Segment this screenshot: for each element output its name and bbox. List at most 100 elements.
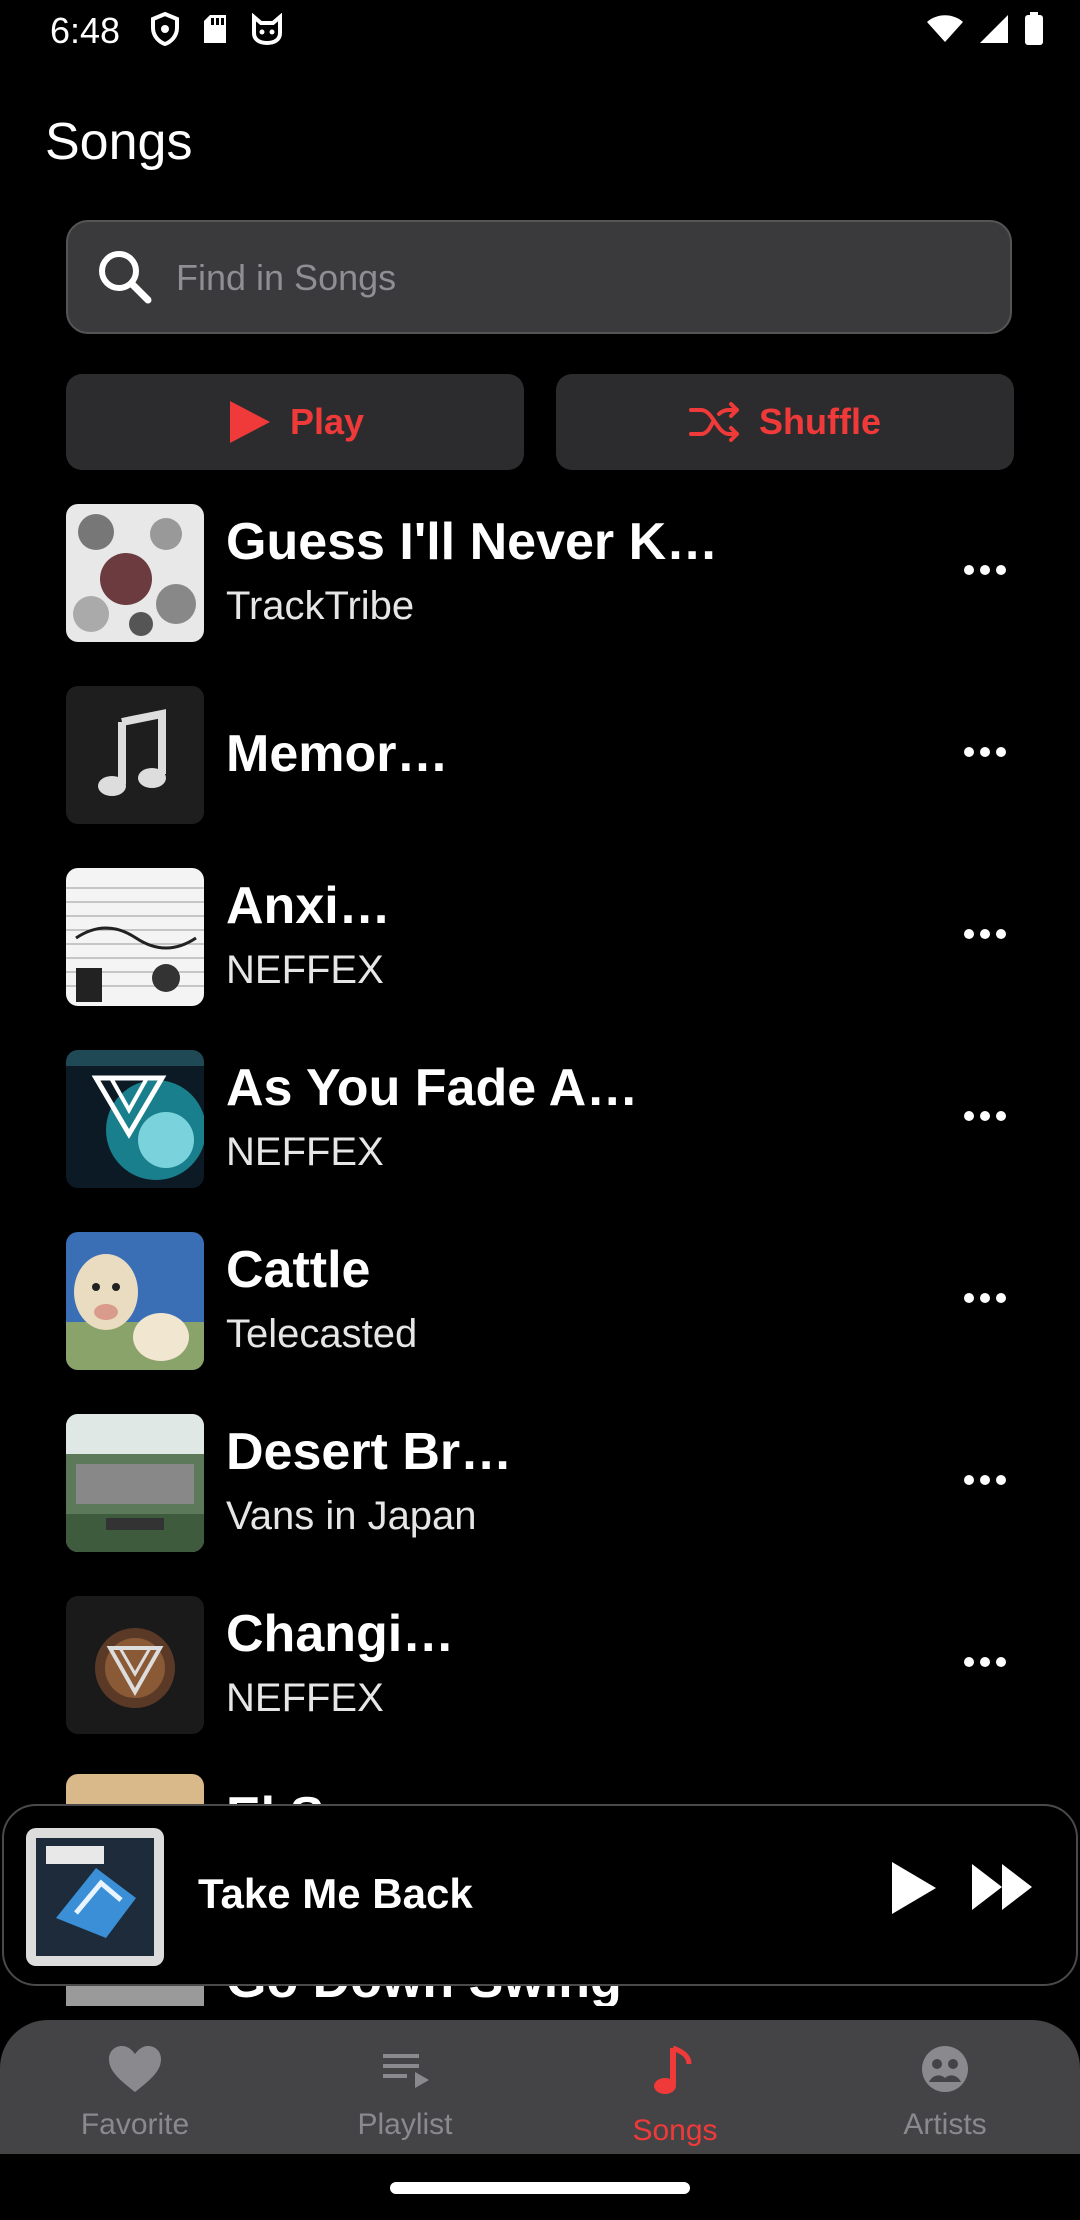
dot bbox=[980, 747, 990, 757]
song-title: El S… bbox=[226, 1786, 376, 1804]
song-row[interactable]: Changi… NEFFEX bbox=[0, 1592, 1080, 1752]
music-note-icon bbox=[654, 2045, 692, 2094]
signal-icon bbox=[980, 15, 1008, 43]
page-title: Songs bbox=[45, 113, 193, 171]
tab-label: Favorite bbox=[80, 2108, 190, 2141]
status-time: 6:48 bbox=[50, 10, 121, 51]
dot bbox=[996, 565, 1006, 575]
fast-forward-icon[interactable] bbox=[970, 1860, 1036, 1914]
song-title: Memor… bbox=[226, 725, 449, 783]
play-icon bbox=[229, 401, 270, 443]
song-title: Desert Br… bbox=[226, 1423, 513, 1481]
dot bbox=[964, 565, 974, 575]
dot bbox=[996, 1293, 1006, 1303]
song-title: Anxi… bbox=[226, 877, 391, 935]
play-all-button[interactable]: Play bbox=[66, 374, 524, 470]
play-all-label: Play bbox=[289, 401, 365, 442]
more-options-button[interactable] bbox=[960, 1288, 1010, 1308]
dot bbox=[964, 1293, 974, 1303]
more-options-button[interactable] bbox=[960, 560, 1010, 580]
song-artist: NEFFEX bbox=[226, 1130, 384, 1174]
tab-playlist[interactable]: Playlist bbox=[270, 2044, 540, 2142]
tab-favorite[interactable]: Favorite bbox=[0, 2044, 270, 2142]
bottom-tab-bar: Favorite Playlist Songs Artists bbox=[0, 2020, 1080, 2154]
album-art bbox=[66, 1414, 204, 1552]
more-options-button[interactable] bbox=[960, 742, 1010, 762]
song-row[interactable]: Cattle Telecasted bbox=[0, 1228, 1080, 1388]
song-artist: Telecasted bbox=[226, 1312, 418, 1356]
status-system-icons bbox=[926, 12, 1044, 46]
tab-label: Playlist bbox=[357, 2108, 453, 2141]
song-title: As You Fade A… bbox=[226, 1059, 639, 1117]
song-title: Cattle bbox=[226, 1241, 371, 1299]
song-artist: NEFFEX bbox=[226, 1676, 384, 1720]
cat-face-icon bbox=[252, 13, 282, 45]
now-playing-album-art bbox=[26, 1828, 164, 1966]
dot bbox=[996, 1657, 1006, 1667]
heart-icon bbox=[109, 2046, 161, 2092]
album-art bbox=[66, 1596, 204, 1734]
more-options-button[interactable] bbox=[960, 1652, 1010, 1672]
song-row[interactable]: Desert Br… Vans in Japan bbox=[0, 1410, 1080, 1570]
more-options-button[interactable] bbox=[960, 1106, 1010, 1126]
shield-icon bbox=[151, 12, 179, 46]
song-title: Guess I'll Never K… bbox=[226, 513, 719, 571]
album-art bbox=[66, 868, 204, 1006]
dot bbox=[980, 1111, 990, 1121]
dot bbox=[980, 1657, 990, 1667]
dot bbox=[980, 929, 990, 939]
dot bbox=[964, 1657, 974, 1667]
song-row[interactable]: El S… bbox=[0, 1774, 1080, 1804]
home-indicator[interactable] bbox=[390, 2182, 690, 2194]
now-playing-title: Take Me Back bbox=[198, 1870, 473, 1917]
artists-icon bbox=[922, 2046, 968, 2092]
dot bbox=[996, 1475, 1006, 1485]
dot bbox=[964, 1475, 974, 1485]
shuffle-button[interactable]: Shuffle bbox=[556, 374, 1014, 470]
album-art bbox=[66, 1232, 204, 1370]
more-options-button[interactable] bbox=[960, 1470, 1010, 1490]
song-row[interactable]: Guess I'll Never K… TrackTribe bbox=[0, 500, 1080, 660]
album-art bbox=[66, 504, 204, 642]
song-row[interactable]: Anxi… NEFFEX bbox=[0, 864, 1080, 1024]
song-artist: TrackTribe bbox=[226, 584, 415, 628]
shuffle-label: Shuffle bbox=[759, 401, 881, 442]
tab-artists[interactable]: Artists bbox=[810, 2044, 1080, 2142]
search-icon bbox=[99, 251, 152, 304]
album-art bbox=[66, 1050, 204, 1188]
wifi-icon bbox=[927, 15, 963, 42]
tab-songs[interactable]: Songs bbox=[540, 2044, 810, 2148]
dot bbox=[964, 929, 974, 939]
tab-label: Artists bbox=[903, 2108, 987, 2141]
status-bar: 6:48 bbox=[0, 0, 1080, 64]
song-artist: Vans in Japan bbox=[226, 1494, 477, 1538]
search-input[interactable] bbox=[174, 222, 978, 334]
album-art bbox=[66, 1774, 204, 1804]
dot bbox=[964, 1111, 974, 1121]
now-playing-bar[interactable]: Take Me Back bbox=[2, 1804, 1078, 1986]
song-title: Changi… bbox=[226, 1605, 455, 1663]
dot bbox=[996, 929, 1006, 939]
sd-card-icon bbox=[204, 15, 226, 43]
more-options-button[interactable] bbox=[960, 924, 1010, 944]
dot bbox=[980, 565, 990, 575]
playlist-icon bbox=[383, 2054, 429, 2088]
song-row[interactable]: As You Fade A… NEFFEX bbox=[0, 1046, 1080, 1206]
song-title: Go Down Swing bbox=[226, 1986, 622, 2006]
song-artist: NEFFEX bbox=[226, 948, 384, 992]
song-row[interactable]: Go Down Swing bbox=[0, 1986, 1080, 2006]
search-bar[interactable] bbox=[66, 220, 1012, 334]
album-art-placeholder bbox=[66, 686, 204, 824]
song-row[interactable]: Memor… bbox=[0, 682, 1080, 842]
battery-icon bbox=[1025, 12, 1043, 45]
dot bbox=[980, 1293, 990, 1303]
status-notification-icons bbox=[150, 12, 284, 46]
music-note-icon bbox=[98, 709, 166, 796]
shuffle-icon bbox=[689, 402, 739, 442]
dot bbox=[980, 1475, 990, 1485]
dot bbox=[996, 747, 1006, 757]
tab-label: Songs bbox=[632, 2114, 718, 2147]
play-icon[interactable] bbox=[888, 1858, 940, 1918]
dot bbox=[996, 1111, 1006, 1121]
album-art bbox=[66, 1986, 204, 2006]
